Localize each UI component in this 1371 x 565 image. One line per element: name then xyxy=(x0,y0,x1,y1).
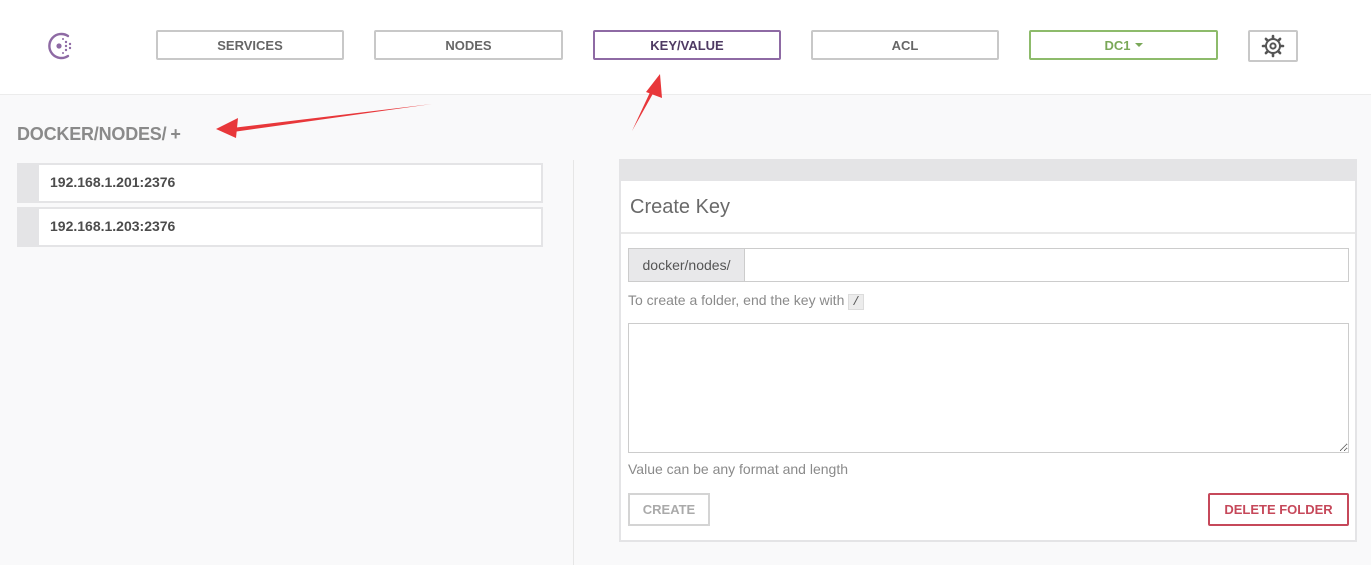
key-help-label: To create a folder, end the key with xyxy=(628,292,845,308)
key-label: 192.168.1.203:2376 xyxy=(50,218,176,234)
create-key-panel: Create Key docker/nodes/ To create a fol… xyxy=(619,159,1357,542)
slash-code: / xyxy=(848,294,864,310)
settings-button[interactable] xyxy=(1248,30,1298,62)
create-button[interactable]: CREATE xyxy=(628,493,710,526)
value-textarea[interactable] xyxy=(628,323,1349,453)
breadcrumb: DOCKER/NODES/+ xyxy=(17,124,181,145)
list-item-marker xyxy=(19,165,39,201)
caret-down-icon xyxy=(1134,43,1143,47)
top-navigation-bar: SERVICES NODES KEY/VALUE ACL DC1 xyxy=(0,0,1371,95)
panel-title: Create Key xyxy=(630,196,731,218)
key-list: 192.168.1.201:2376 192.168.1.203:2376 xyxy=(17,163,543,251)
nav-acl-button[interactable]: ACL xyxy=(811,30,999,60)
key-name-input[interactable] xyxy=(744,248,1349,282)
consul-logo-icon[interactable] xyxy=(46,30,78,62)
list-item[interactable]: 192.168.1.203:2376 xyxy=(17,207,543,247)
breadcrumb-path[interactable]: DOCKER/NODES/ xyxy=(17,124,167,144)
list-item[interactable]: 192.168.1.201:2376 xyxy=(17,163,543,203)
key-help-text: To create a folder, end the key with / xyxy=(628,292,864,310)
key-label: 192.168.1.201:2376 xyxy=(50,174,176,190)
annotation-arrow-breadcrumb xyxy=(216,104,432,138)
datacenter-label: DC1 xyxy=(1104,37,1131,53)
delete-folder-button[interactable]: DELETE FOLDER xyxy=(1208,493,1349,526)
nav-services-button[interactable]: SERVICES xyxy=(156,30,344,60)
add-key-link[interactable]: + xyxy=(170,124,181,144)
datacenter-dropdown[interactable]: DC1 xyxy=(1029,30,1218,60)
panel-header-bar xyxy=(621,161,1355,181)
nav-nodes-button[interactable]: NODES xyxy=(374,30,563,60)
list-item-marker xyxy=(19,209,39,245)
divider xyxy=(621,232,1355,234)
column-divider xyxy=(573,160,574,565)
gear-icon xyxy=(1261,34,1285,58)
key-prefix-addon: docker/nodes/ xyxy=(628,248,744,282)
nav-keyvalue-button[interactable]: KEY/VALUE xyxy=(593,30,781,60)
value-help-text: Value can be any format and length xyxy=(628,461,849,477)
